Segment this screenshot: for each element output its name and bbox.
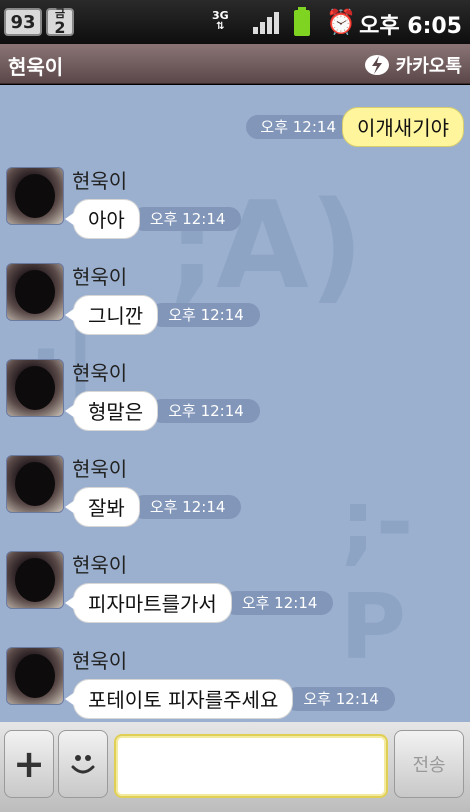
their-message-bubble[interactable]: 형말은 [64, 391, 159, 431]
alarm-clock-icon: ⏰ [326, 8, 356, 36]
battery-icon [294, 7, 310, 36]
status-time: 오후 6:05 [359, 14, 462, 39]
status-bar: 93 금 2 3G ⇅ ⏰ 오후 6:05 [0, 0, 470, 44]
sender-name: 현욱이 [72, 265, 128, 289]
received-message: 현욱이 피자마트를가서 오후 12:14 [6, 551, 466, 641]
sender-name: 현욱이 [72, 169, 128, 193]
avatar[interactable] [6, 647, 64, 705]
signal-strength-icon [253, 12, 279, 34]
calendar-badge: 금 2 [46, 8, 74, 36]
message-input[interactable] [114, 734, 388, 798]
message-time: 오후 12:14 [131, 495, 242, 519]
send-button[interactable]: 전송 [394, 730, 464, 798]
message-time: 오후 12:14 [223, 591, 334, 615]
chat-area[interactable]: ;A) ;-P :| 오후 12:14 이개새기야 현욱이 아아 오후 12:1… [0, 85, 470, 722]
received-message: 현욱이 아아 오후 12:14 [6, 167, 466, 257]
received-message: 현욱이 그니깐 오후 12:14 [6, 263, 466, 353]
smiley-icon [71, 755, 95, 774]
network-label: 3G [212, 9, 229, 22]
battery-percent-badge: 93 [4, 8, 42, 36]
attach-button[interactable]: + [4, 730, 54, 798]
sender-name: 현욱이 [72, 361, 128, 385]
avatar[interactable] [6, 167, 64, 225]
emoticon-button[interactable] [58, 730, 108, 798]
sender-name: 현욱이 [72, 553, 128, 577]
chat-title-bar: 현욱이 카카오톡 [0, 44, 470, 84]
received-message: 현욱이 형말은 오후 12:14 [6, 359, 466, 449]
brand-label: 카카오톡 [395, 56, 462, 77]
avatar[interactable] [6, 263, 64, 321]
kakaotalk-brand: 카카오톡 [364, 52, 462, 78]
their-message-bubble[interactable]: 잘봐 [65, 487, 140, 527]
message-time: 오후 12:14 [150, 303, 260, 327]
my-message-bubble[interactable]: 이개새기야 [342, 107, 464, 147]
kakaotalk-logo-icon [364, 55, 389, 75]
message-input-bar: + 전송 [0, 722, 470, 812]
their-message-bubble[interactable]: 피자마트를가서 [65, 583, 232, 623]
sender-name: 현욱이 [72, 457, 128, 481]
calendar-date-label: 2 [54, 18, 66, 37]
chat-title: 현욱이 [8, 55, 64, 79]
their-message-bubble[interactable]: 포테이토 피자를주세요 [64, 679, 294, 719]
received-message: 현욱이 잘봐 오후 12:14 [6, 455, 466, 545]
network-3g-icon: 3G ⇅ [212, 9, 229, 32]
message-time: 오후 12:14 [285, 687, 395, 711]
their-message-bubble[interactable]: 그니깐 [64, 295, 159, 335]
message-time: 오후 12:14 [150, 399, 260, 423]
message-time: 오후 12:14 [246, 115, 352, 139]
avatar[interactable] [6, 455, 64, 513]
avatar[interactable] [6, 551, 64, 609]
their-message-bubble[interactable]: 아아 [65, 199, 140, 239]
received-message: 현욱이 포테이토 피자를주세요 오후 12:14 [6, 647, 466, 722]
plus-icon: + [13, 742, 45, 786]
sender-name: 현욱이 [72, 649, 128, 673]
message-time: 오후 12:14 [131, 207, 242, 231]
sent-message: 오후 12:14 이개새기야 [246, 107, 464, 147]
avatar[interactable] [6, 359, 64, 417]
